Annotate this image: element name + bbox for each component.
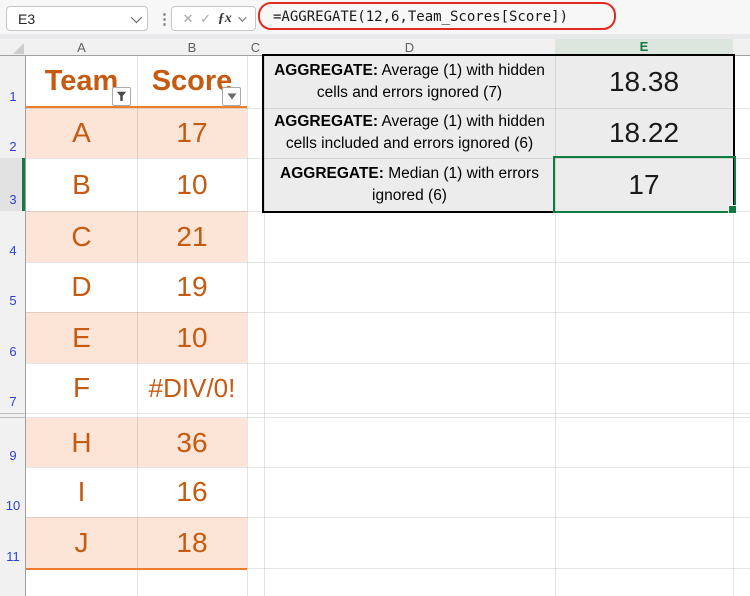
funnel-filter-icon <box>116 91 127 102</box>
select-all-corner[interactable] <box>0 39 26 56</box>
cell-B2[interactable]: 17 <box>137 108 247 158</box>
hidden-row-indicator <box>0 413 26 414</box>
cell-B5[interactable]: 19 <box>137 262 247 312</box>
cell-A6[interactable]: E <box>26 312 137 363</box>
name-box[interactable]: E3 <box>6 6 148 31</box>
row-header-2[interactable]: 2 <box>0 108 26 158</box>
row-header-1[interactable]: 1 <box>0 56 26 108</box>
gridline <box>733 56 734 596</box>
cell-A7[interactable]: F <box>26 363 137 413</box>
more-options-icon[interactable]: ⋮ <box>157 6 172 31</box>
hidden-row-indicator <box>0 417 26 418</box>
select-all-icon <box>13 43 24 54</box>
cell-A10[interactable]: I <box>26 467 137 517</box>
cell-B3[interactable]: 10 <box>137 158 247 211</box>
column-header-C[interactable]: C <box>247 39 264 56</box>
formula-buttons-group: ✕ ✓ ƒx <box>171 6 256 31</box>
cell-D1[interactable]: AGGREGATE: Average (1) with hidden cells… <box>264 56 555 108</box>
row-header-7[interactable]: 7 <box>0 363 26 413</box>
annotation-text: Median (1) with errors ignored (6) <box>372 165 539 204</box>
cell-B10[interactable]: 16 <box>137 467 247 517</box>
row-header-9[interactable]: 9 <box>0 418 26 467</box>
name-box-value: E3 <box>18 11 131 27</box>
selection-border <box>553 156 736 213</box>
row-header-4[interactable]: 4 <box>0 211 26 262</box>
filter-dropdown-icon <box>227 93 237 100</box>
cell-D2[interactable]: AGGREGATE: Average (1) with hidden cells… <box>264 108 555 158</box>
cell-A9[interactable]: H <box>26 418 137 467</box>
cell-E2[interactable]: 18.22 <box>555 108 733 158</box>
column-header-A[interactable]: A <box>26 39 137 56</box>
formula-bar: E3 ⋮ ✕ ✓ ƒx =AGGREGATE(12,6,Team_Scores[… <box>0 0 750 34</box>
filter-button-team[interactable] <box>112 87 131 106</box>
chevron-down-icon[interactable] <box>238 13 246 21</box>
cell-A2[interactable]: A <box>26 108 137 158</box>
column-header-F[interactable] <box>733 39 750 56</box>
cell-B9[interactable]: 36 <box>137 418 247 467</box>
column-header-D[interactable]: D <box>264 39 555 56</box>
row-header-5[interactable]: 5 <box>0 262 26 312</box>
worksheet-grid: 1 2 3 4 5 6 7 9 10 11 A B C D E <box>0 39 750 596</box>
cell-A5[interactable]: D <box>26 262 137 312</box>
cell-E1[interactable]: 18.38 <box>555 56 733 108</box>
table-bottom-border <box>26 568 247 570</box>
enter-icon[interactable]: ✓ <box>200 12 211 25</box>
cell-A11[interactable]: J <box>26 517 137 568</box>
row-header-11[interactable]: 11 <box>0 517 26 568</box>
excel-window: E3 ⋮ ✕ ✓ ƒx =AGGREGATE(12,6,Team_Scores[… <box>0 0 750 596</box>
chevron-down-icon[interactable] <box>131 11 142 22</box>
cell-D3[interactable]: AGGREGATE: Median (1) with errors ignore… <box>264 158 555 211</box>
cell-B7-error[interactable]: #DIV/0! <box>137 363 247 413</box>
cancel-icon[interactable]: ✕ <box>183 12 194 25</box>
gridline <box>247 568 750 569</box>
column-header-E[interactable]: E <box>555 39 733 56</box>
row-header-6[interactable]: 6 <box>0 312 26 363</box>
column-header-B[interactable]: B <box>137 39 247 56</box>
cell-B4[interactable]: 21 <box>137 211 247 262</box>
cell-B11[interactable]: 18 <box>137 517 247 568</box>
red-annotation-box <box>258 2 616 30</box>
annotation-bold: AGGREGATE: <box>280 165 384 182</box>
cell-A4[interactable]: C <box>26 211 137 262</box>
fill-handle[interactable] <box>728 205 737 214</box>
gridline <box>26 413 750 414</box>
filter-button-score[interactable] <box>222 87 241 106</box>
insert-function-icon[interactable]: ƒx <box>218 11 232 27</box>
cell-B6[interactable]: 10 <box>137 312 247 363</box>
gridline <box>247 56 248 596</box>
annotation-bold: AGGREGATE: <box>274 113 378 130</box>
row-header-10[interactable]: 10 <box>0 467 26 517</box>
cell-A3[interactable]: B <box>26 158 137 211</box>
annotation-bold: AGGREGATE: <box>274 62 378 79</box>
